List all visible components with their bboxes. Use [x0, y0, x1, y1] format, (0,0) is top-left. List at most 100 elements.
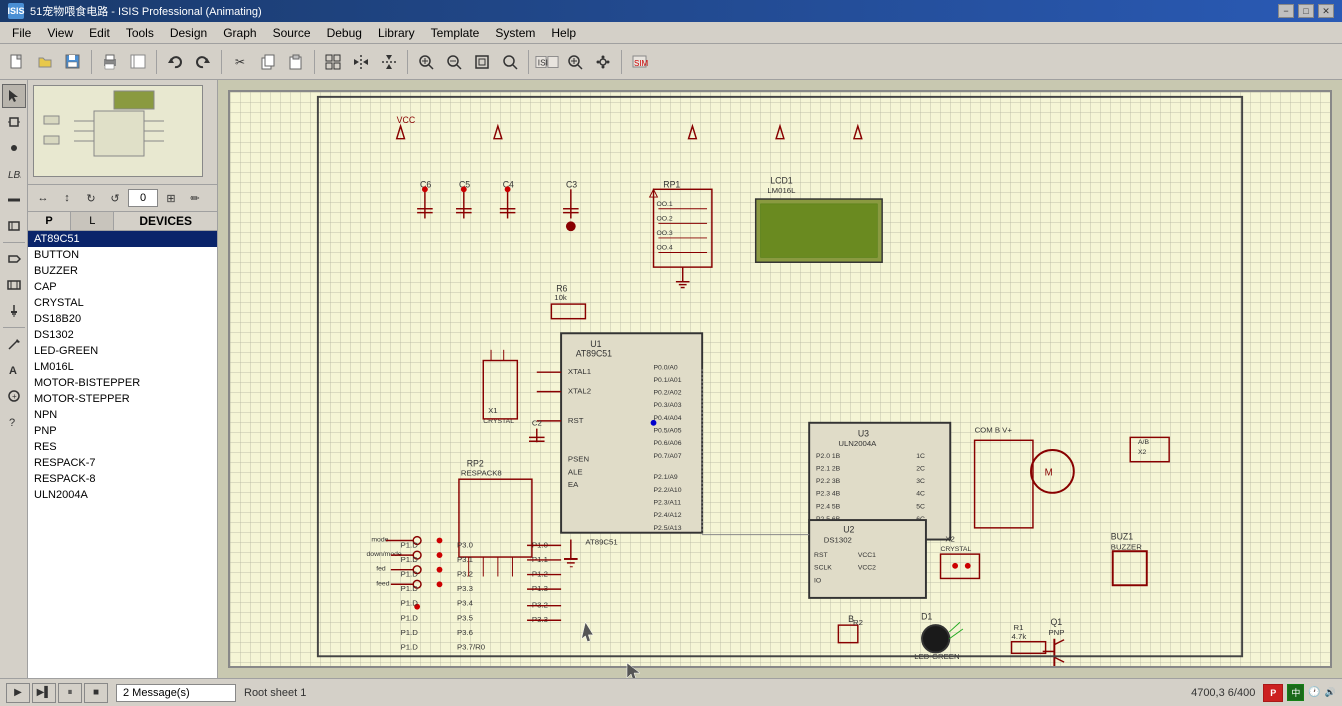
tb-redo[interactable]	[190, 49, 216, 75]
menu-design[interactable]: Design	[162, 24, 215, 42]
device-motor-bi[interactable]: MOTOR-BISTEPPER	[28, 375, 217, 391]
tb-zoom-fit[interactable]	[469, 49, 495, 75]
tb-print[interactable]	[97, 49, 123, 75]
svg-text:P2.4 5B: P2.4 5B	[816, 503, 841, 510]
sc-rotate-cw[interactable]: ↻	[80, 187, 102, 209]
tb-sim1[interactable]: SIM	[627, 49, 653, 75]
svg-text:P0.5/A05: P0.5/A05	[654, 428, 682, 435]
tb-open[interactable]	[32, 49, 58, 75]
separator-4	[314, 50, 315, 74]
svg-text:VCC2: VCC2	[858, 565, 876, 572]
app-icon: ISIS	[8, 3, 24, 19]
device-res[interactable]: RES	[28, 439, 217, 455]
tool-component[interactable]	[2, 110, 26, 134]
step-button[interactable]: ▶▌	[32, 683, 56, 703]
menu-help[interactable]: Help	[543, 24, 584, 42]
device-button[interactable]: BUTTON	[28, 247, 217, 263]
svg-text:P0.7/A07: P0.7/A07	[654, 453, 682, 460]
close-button[interactable]: ✕	[1318, 4, 1334, 18]
tb-block[interactable]	[320, 49, 346, 75]
tab-layers[interactable]: L	[71, 212, 114, 230]
svg-text:Q1: Q1	[1050, 617, 1062, 627]
tool-draw[interactable]	[2, 332, 26, 356]
svg-text:U2: U2	[843, 525, 854, 535]
device-buzzer[interactable]: BUZZER	[28, 263, 217, 279]
sc-flip-v[interactable]: ↕	[56, 187, 78, 209]
sc-mirror[interactable]: ⊞	[160, 187, 182, 209]
preview-schematic	[33, 85, 203, 177]
tb-mirror-v[interactable]	[376, 49, 402, 75]
device-pnp[interactable]: PNP	[28, 423, 217, 439]
menu-template[interactable]: Template	[423, 24, 488, 42]
schematic-canvas[interactable]: VCC C6 C5 C4	[228, 90, 1332, 668]
tb-print2[interactable]	[125, 49, 151, 75]
tb-settings[interactable]	[590, 49, 616, 75]
tool-power[interactable]	[2, 299, 26, 323]
device-led-green[interactable]: LED-GREEN	[28, 343, 217, 359]
tb-zoom-area[interactable]	[497, 49, 523, 75]
maximize-button[interactable]: □	[1298, 4, 1314, 18]
tb-undo[interactable]	[162, 49, 188, 75]
tool-terminal[interactable]	[2, 247, 26, 271]
menu-file[interactable]: File	[4, 24, 39, 42]
device-lm016l[interactable]: LM016L	[28, 359, 217, 375]
device-ds18b20[interactable]: DS18B20	[28, 311, 217, 327]
menu-graph[interactable]: Graph	[215, 24, 264, 42]
sc-rotate-ccw[interactable]: ↺	[104, 187, 126, 209]
tb-cut[interactable]: ✂	[227, 49, 253, 75]
tool-sub-circuit[interactable]	[2, 214, 26, 238]
pause-button[interactable]: ⏸	[58, 683, 82, 703]
tb-save[interactable]	[60, 49, 86, 75]
svg-text:P0.4/A04: P0.4/A04	[654, 415, 682, 422]
angle-input[interactable]: 0	[128, 189, 158, 207]
tb-tag1[interactable]: ISIS	[534, 49, 560, 75]
play-button[interactable]: ▶	[6, 683, 30, 703]
minimize-button[interactable]: −	[1278, 4, 1294, 18]
sc-flip-h[interactable]: ↔	[32, 187, 54, 209]
menu-edit[interactable]: Edit	[81, 24, 118, 42]
playback-controls: ▶ ▶▌ ⏸ ■	[6, 683, 108, 703]
sc-edit[interactable]: ✏	[184, 187, 206, 209]
tool-wire-label[interactable]: LBL	[2, 162, 26, 186]
tb-mirror-h[interactable]	[348, 49, 374, 75]
tool-text[interactable]: A	[2, 358, 26, 382]
schematic-svg: VCC C6 C5 C4	[230, 92, 1330, 666]
menu-source[interactable]: Source	[265, 24, 319, 42]
menu-debug[interactable]: Debug	[319, 24, 370, 42]
tb-find[interactable]	[562, 49, 588, 75]
menu-system[interactable]: System	[487, 24, 543, 42]
svg-text:XTAL1: XTAL1	[568, 367, 591, 376]
tool-junction[interactable]	[2, 136, 26, 160]
tool-symbol[interactable]: +	[2, 384, 26, 408]
status-bar: ▶ ▶▌ ⏸ ■ 2 Message(s) Root sheet 1 4700,…	[0, 678, 1342, 706]
menu-library[interactable]: Library	[370, 24, 423, 42]
menu-view[interactable]: View	[39, 24, 81, 42]
svg-text:P2.0 1B: P2.0 1B	[816, 453, 841, 460]
tb-paste[interactable]	[283, 49, 309, 75]
device-at89c51[interactable]: AT89C51	[28, 231, 217, 247]
device-motor-st[interactable]: MOTOR-STEPPER	[28, 391, 217, 407]
svg-text:P1.D: P1.D	[401, 642, 419, 651]
canvas-area[interactable]: VCC C6 C5 C4	[218, 80, 1342, 678]
device-uln2004a[interactable]: ULN2004A	[28, 487, 217, 503]
device-list[interactable]: AT89C51 BUTTON BUZZER CAP CRYSTAL DS18B2…	[28, 231, 217, 678]
stop-button[interactable]: ■	[84, 683, 108, 703]
svg-text:X1: X1	[488, 406, 498, 415]
tool-select[interactable]	[2, 84, 26, 108]
tool-marker[interactable]: ?	[2, 410, 26, 434]
device-cap[interactable]: CAP	[28, 279, 217, 295]
tab-parts[interactable]: P	[28, 212, 71, 230]
tool-bus[interactable]	[2, 188, 26, 212]
device-respack7[interactable]: RESPACK-7	[28, 455, 217, 471]
tool-port[interactable]	[2, 273, 26, 297]
device-npn[interactable]: NPN	[28, 407, 217, 423]
menu-tools[interactable]: Tools	[118, 24, 162, 42]
tb-new[interactable]	[4, 49, 30, 75]
device-respack8[interactable]: RESPACK-8	[28, 471, 217, 487]
tb-zoom-in[interactable]	[413, 49, 439, 75]
tb-copy[interactable]	[255, 49, 281, 75]
device-crystal[interactable]: CRYSTAL	[28, 295, 217, 311]
device-ds1302[interactable]: DS1302	[28, 327, 217, 343]
tb-zoom-out[interactable]	[441, 49, 467, 75]
svg-text:VCC: VCC	[397, 115, 415, 125]
